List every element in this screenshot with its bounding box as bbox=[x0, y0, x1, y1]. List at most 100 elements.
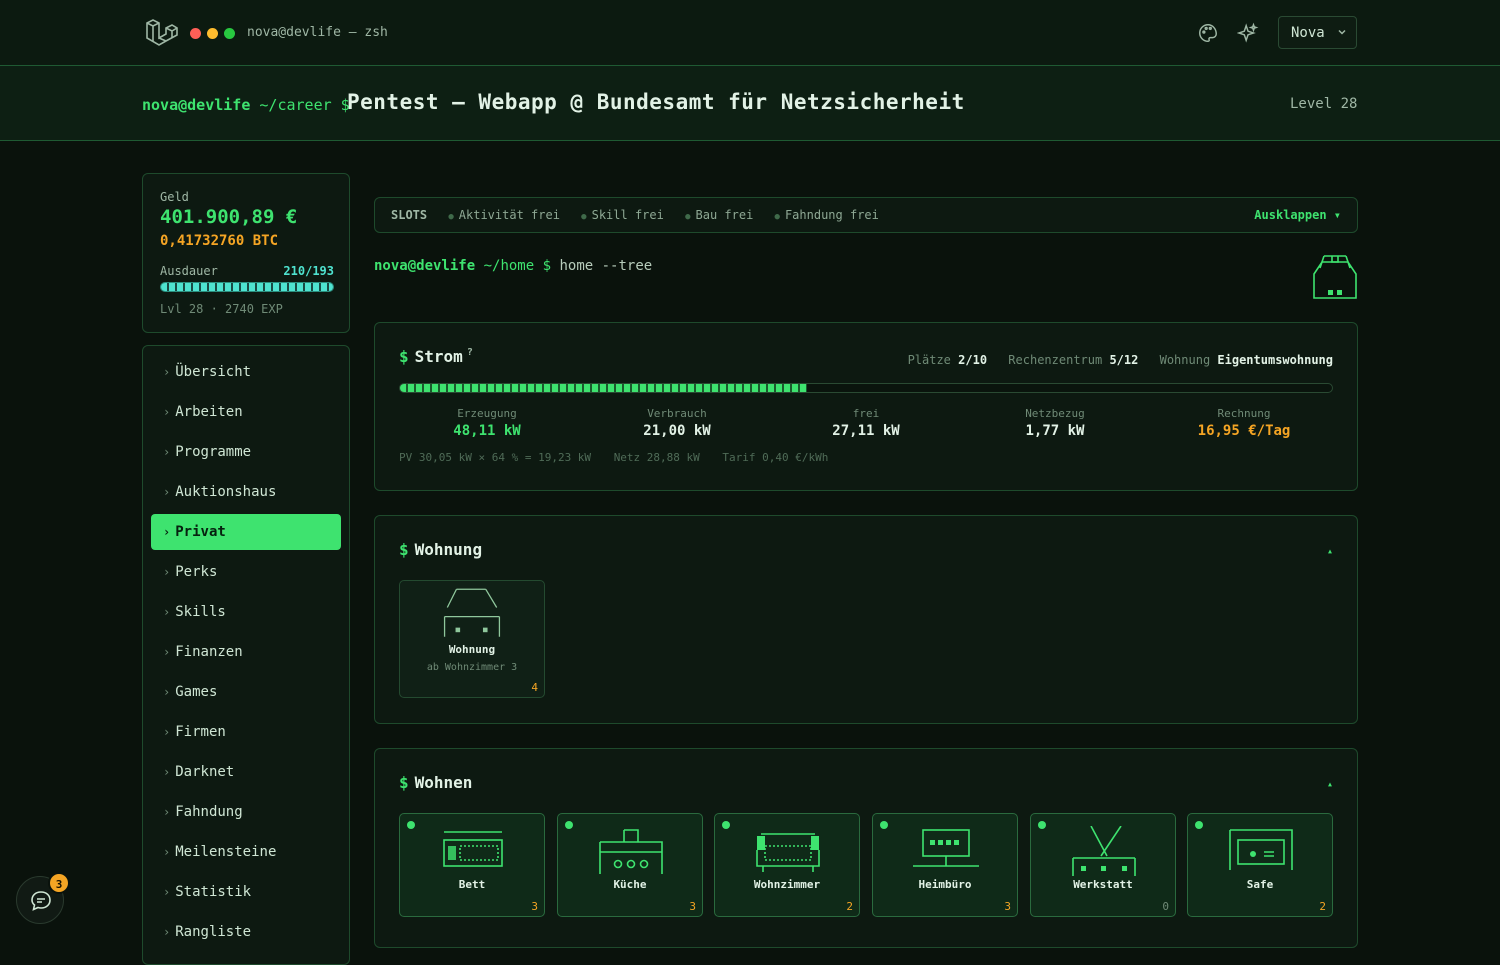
kpi-value: 16,95 €/Tag bbox=[1197, 423, 1291, 439]
sidebar-item-statistik[interactable]: › Statistik bbox=[151, 874, 341, 910]
sidebar-item-finanzen[interactable]: › Finanzen bbox=[151, 634, 341, 670]
note-netz: Netz 28,88 kW bbox=[613, 451, 700, 464]
apartment-card: $ Wohnung ▴ Wohnung ab Wohnzimmer 3 4 bbox=[374, 515, 1358, 724]
money-label: Geld bbox=[160, 190, 189, 204]
dollar-sign-icon: $ bbox=[399, 540, 409, 559]
living-title-text: Wohnen bbox=[414, 773, 473, 792]
dollar-sign-icon: $ bbox=[399, 773, 409, 792]
sidebar-item-rangliste[interactable]: › Rangliste bbox=[151, 914, 341, 950]
sparkles-icon[interactable] bbox=[1237, 22, 1259, 44]
wohnung-label: Wohnung bbox=[1159, 353, 1211, 367]
close-dot[interactable] bbox=[190, 28, 201, 39]
sidebar-item-meilensteine[interactable]: › Meilensteine bbox=[151, 834, 341, 870]
chevron-right-icon: › bbox=[163, 485, 171, 499]
sidebar-item-auktionshaus[interactable]: › Auktionshaus bbox=[151, 474, 341, 510]
collapse-apartment-button[interactable]: ▴ bbox=[1327, 546, 1333, 557]
notification-badge: 3 bbox=[48, 872, 70, 894]
power-note: PV 30,05 kW × 64 % = 19,23 kW Netz 28,88… bbox=[399, 451, 844, 464]
chevron-right-icon: › bbox=[163, 565, 171, 579]
sidebar-item-label: Darknet bbox=[175, 764, 235, 780]
power-title: $ Strom? bbox=[399, 347, 473, 366]
room-count: 2 bbox=[1319, 900, 1326, 913]
sidebar-item-firmen[interactable]: › Firmen bbox=[151, 714, 341, 750]
header-prompt: nova@devlife ~/career $ bbox=[142, 96, 350, 114]
minimize-dot[interactable] bbox=[207, 28, 218, 39]
room-heimbuero[interactable]: Heimbüro 3 bbox=[872, 813, 1018, 917]
sidebar-item-label: Rangliste bbox=[175, 924, 252, 940]
user-menu-button[interactable]: Nova bbox=[1278, 16, 1357, 49]
sofa-icon bbox=[756, 833, 820, 872]
living-card: $ Wohnen ▴ Bett 3 Küche 3 Wohnzimmer 2 H… bbox=[374, 748, 1358, 948]
kpi-value: 48,11 kW bbox=[453, 423, 521, 439]
sidebar-item-label: Fahndung bbox=[175, 804, 243, 820]
room-wohnzimmer[interactable]: Wohnzimmer 2 bbox=[714, 813, 860, 917]
chevron-right-icon: › bbox=[163, 885, 171, 899]
kpi-erzeugung: Erzeugung 48,11 kW bbox=[407, 407, 567, 439]
sidebar-item-label: Statistik bbox=[175, 884, 252, 900]
plaetze-label: Plätze bbox=[907, 353, 951, 367]
kpi-label: Netzbezug bbox=[1025, 407, 1085, 420]
kpi-label: Rechnung bbox=[1217, 407, 1271, 420]
workbench-icon bbox=[1072, 826, 1136, 876]
sidebar-item-arbeiten[interactable]: › Arbeiten bbox=[151, 394, 341, 430]
level-exp: Lvl 28 · 2740 EXP bbox=[160, 302, 283, 316]
expand-slots-button[interactable]: Ausklappen ▾ bbox=[1254, 208, 1341, 222]
room-count: 2 bbox=[846, 900, 853, 913]
help-icon[interactable]: ? bbox=[467, 347, 473, 358]
status-led bbox=[565, 821, 573, 829]
chevron-right-icon: › bbox=[163, 925, 171, 939]
status-led bbox=[880, 821, 888, 829]
stamina-bar bbox=[160, 282, 334, 292]
slots-bar: SLOTS Aktivität frei Skill frei Bau frei… bbox=[374, 197, 1358, 233]
level-indicator: Level 28 bbox=[1290, 96, 1358, 112]
room-safe[interactable]: Safe 2 bbox=[1187, 813, 1333, 917]
apartment-tile[interactable]: Wohnung ab Wohnzimmer 3 4 bbox=[399, 580, 545, 698]
prompt-path: ~/career $ bbox=[259, 96, 350, 114]
stats-panel: Geld 401.900,89 € 0,41732760 BTC Ausdaue… bbox=[142, 173, 350, 333]
power-usage-fill bbox=[400, 384, 808, 392]
sidebar-item-fahndung[interactable]: › Fahndung bbox=[151, 794, 341, 830]
sidebar-item-privat[interactable]: › Privat bbox=[151, 514, 341, 550]
sidebar-item-label: Games bbox=[175, 684, 218, 700]
desk-icon bbox=[913, 829, 979, 867]
chat-button[interactable]: 3 bbox=[16, 872, 70, 924]
power-card: $ Strom? Plätze 2/10 Rechenzentrum 5/12 W… bbox=[374, 322, 1358, 491]
sidebar-item-perks[interactable]: › Perks bbox=[151, 554, 341, 590]
page-title: Pentest – Webapp @ Bundesamt für Netzsic… bbox=[347, 90, 965, 114]
room-count: 3 bbox=[689, 900, 696, 913]
sidebar-item-uebersicht[interactable]: › Übersicht bbox=[151, 354, 341, 390]
sidebar-item-skills[interactable]: › Skills bbox=[151, 594, 341, 630]
cmd-path: ~/home $ bbox=[483, 258, 552, 274]
maximize-dot[interactable] bbox=[224, 28, 235, 39]
stamina-value: 210/193 bbox=[283, 264, 334, 278]
dollar-sign-icon: $ bbox=[399, 347, 409, 366]
room-count: 3 bbox=[531, 900, 538, 913]
sidebar-item-label: Meilensteine bbox=[175, 844, 277, 860]
sidebar-item-programme[interactable]: › Programme bbox=[151, 434, 341, 470]
room-bett[interactable]: Bett 3 bbox=[399, 813, 545, 917]
room-werkstatt[interactable]: Werkstatt 0 bbox=[1030, 813, 1176, 917]
kpi-netzbezug: Netzbezug 1,77 kW bbox=[975, 407, 1135, 439]
apartment-tile-name: Wohnung bbox=[448, 643, 496, 656]
sidebar-item-label: Firmen bbox=[175, 724, 226, 740]
kpi-value: 1,77 kW bbox=[1025, 423, 1085, 439]
chevron-right-icon: › bbox=[163, 725, 171, 739]
status-led bbox=[407, 821, 415, 829]
stamina-row: Ausdauer 210/193 bbox=[160, 264, 334, 278]
collapse-living-button[interactable]: ▴ bbox=[1327, 779, 1333, 790]
room-name: Heimbüro bbox=[918, 878, 972, 891]
kpi-label: frei bbox=[852, 407, 880, 420]
apartment-title: $ Wohnung bbox=[399, 540, 482, 559]
palette-icon[interactable] bbox=[1197, 22, 1219, 44]
room-kueche[interactable]: Küche 3 bbox=[557, 813, 703, 917]
sidebar-item-games[interactable]: › Games bbox=[151, 674, 341, 710]
sidebar-item-darknet[interactable]: › Darknet bbox=[151, 754, 341, 790]
stove-icon bbox=[599, 829, 663, 874]
slot-activity: Aktivität frei bbox=[448, 208, 560, 222]
note-pv: PV 30,05 kW × 64 % = 19,23 kW bbox=[399, 451, 592, 464]
money-value: 401.900,89 € bbox=[160, 206, 298, 228]
stamina-bar-fill bbox=[161, 283, 333, 291]
wohnung-value: Eigentumswohnung bbox=[1217, 353, 1333, 367]
laravel-logo-icon[interactable] bbox=[144, 16, 178, 50]
btc-value: 0,41732760 BTC bbox=[160, 233, 279, 249]
